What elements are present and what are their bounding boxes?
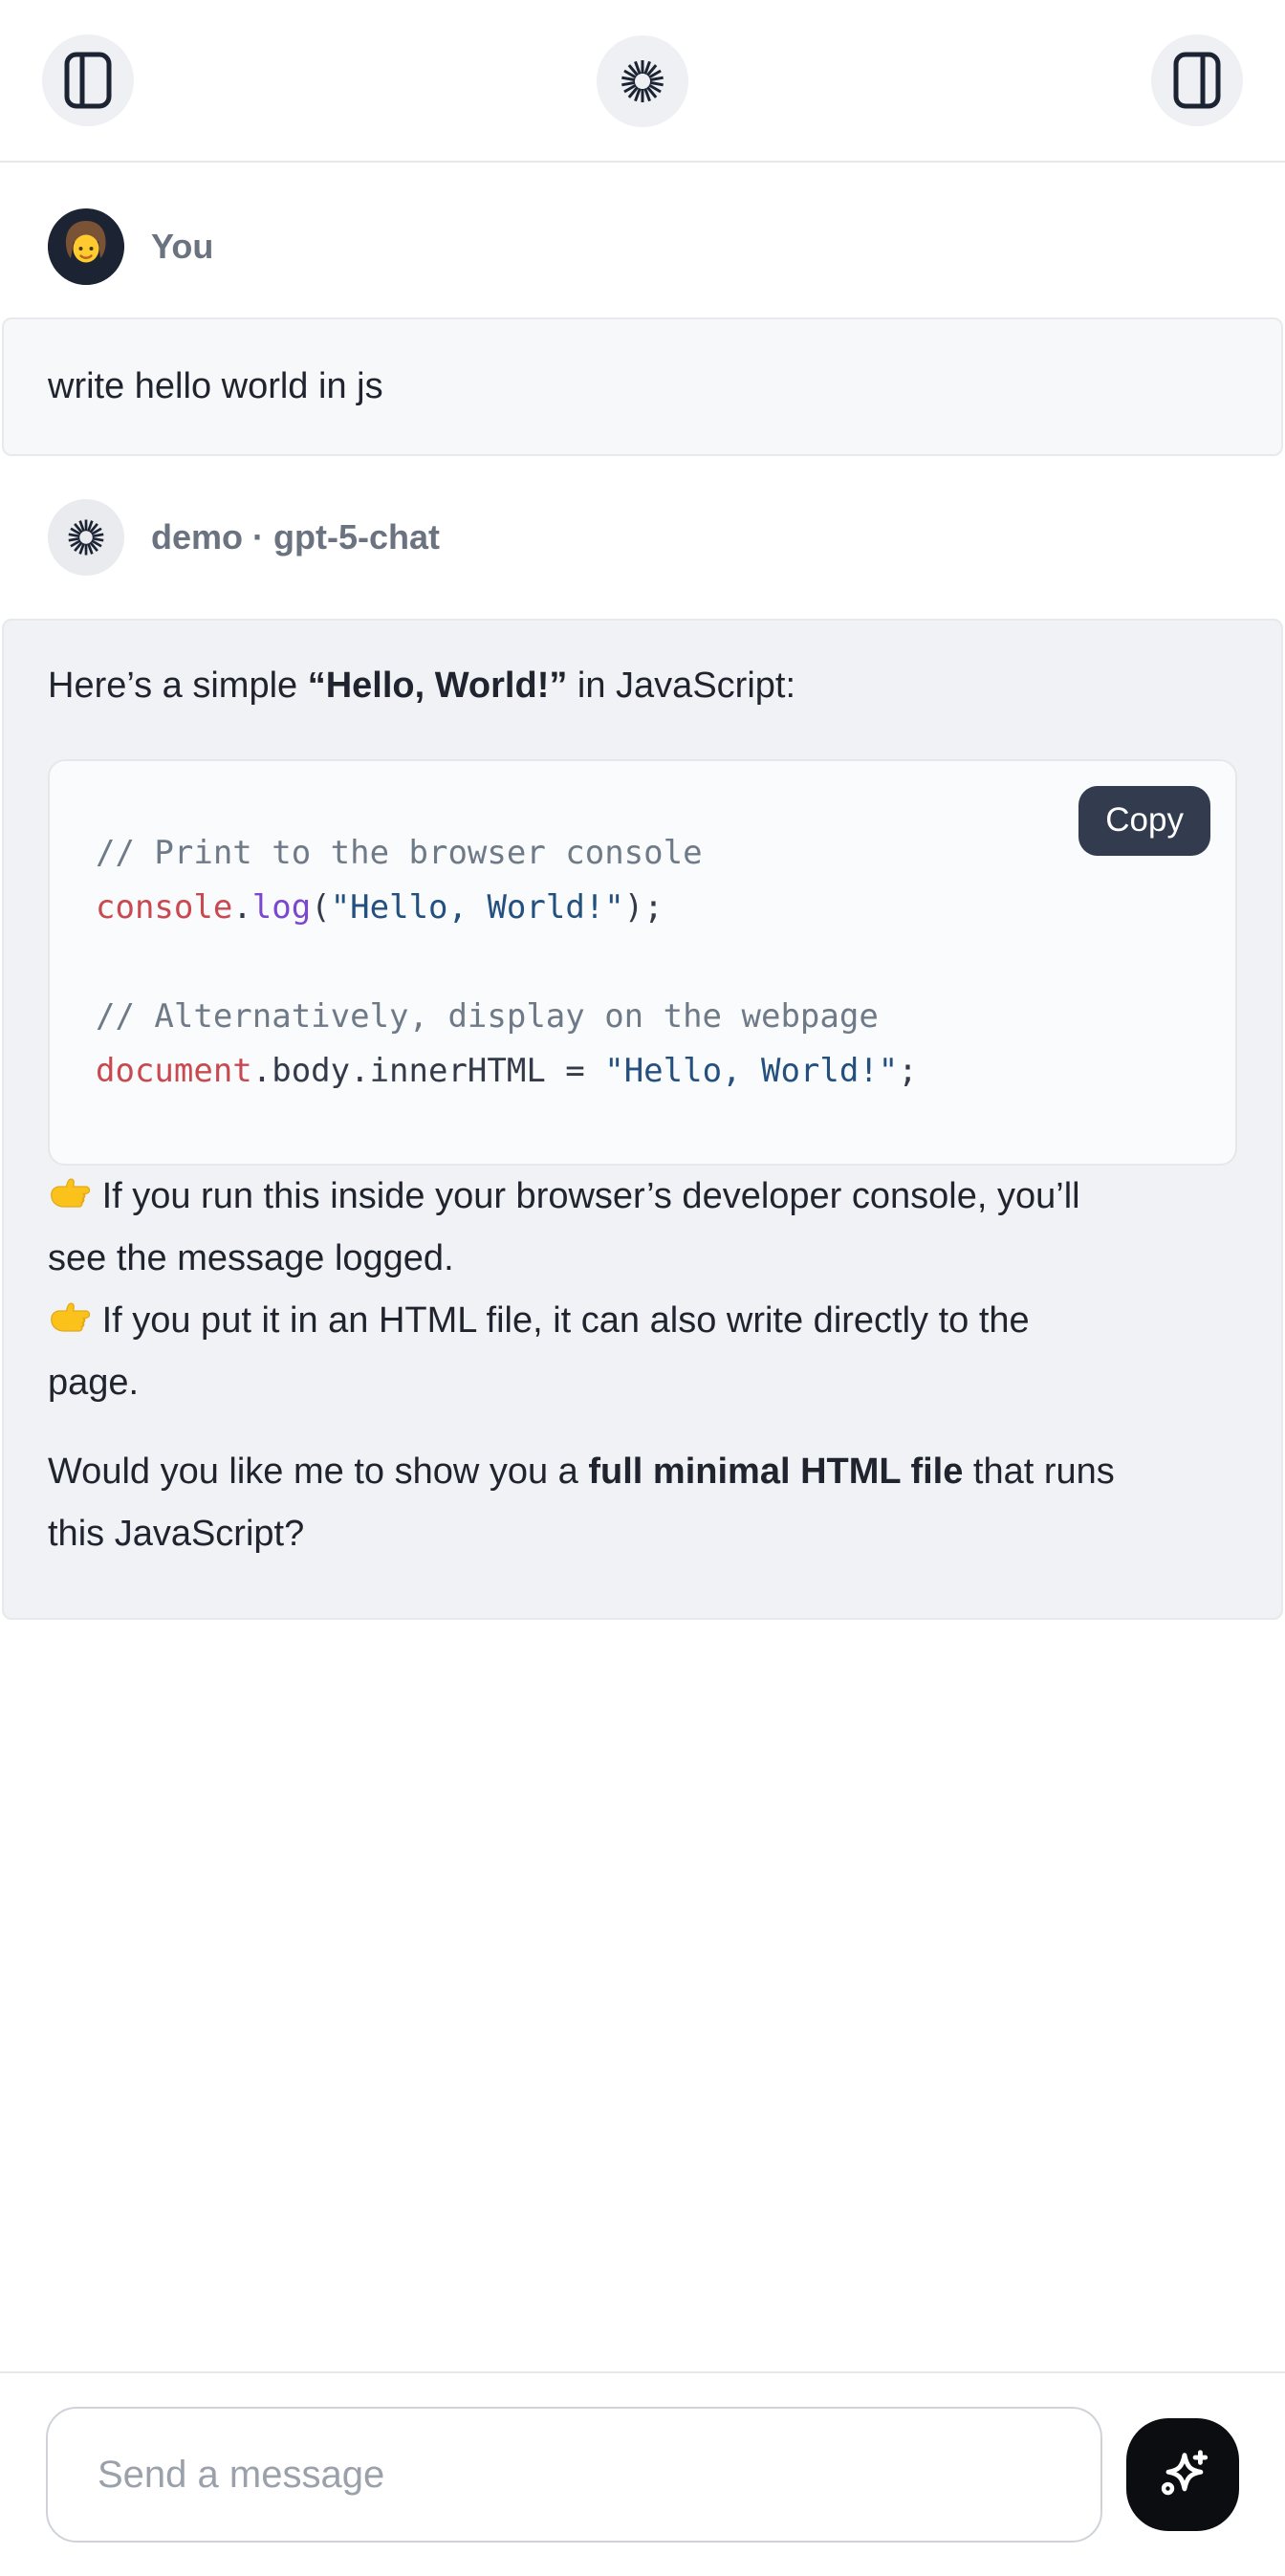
code-block: Copy // Print to the browser consolecons… bbox=[48, 759, 1237, 1166]
copy-button[interactable]: Copy bbox=[1078, 786, 1210, 856]
assistant-avatar bbox=[48, 499, 124, 576]
sparkle-icon bbox=[1153, 2445, 1212, 2504]
pointing-right-icon bbox=[48, 1173, 92, 1213]
composer-bar bbox=[0, 2371, 1285, 2576]
model-logo-button[interactable] bbox=[597, 35, 688, 127]
right-panel-icon bbox=[1172, 51, 1222, 110]
chat-scroll-area[interactable]: You write hello world in js bbox=[0, 163, 1285, 2371]
user-sender-label: You bbox=[151, 227, 213, 267]
assistant-note-1: If you run this inside your browser’s de… bbox=[48, 1166, 1237, 1414]
assistant-message: demo · gpt-5-chat Here’s a simple “Hello… bbox=[0, 499, 1285, 1620]
pointing-right-icon bbox=[48, 1298, 92, 1338]
assistant-intro-text: Here’s a simple “Hello, World!” in JavaS… bbox=[48, 655, 1237, 717]
right-panel-toggle-button[interactable] bbox=[1151, 34, 1243, 126]
assistant-note-2: Would you like me to show you a full min… bbox=[48, 1441, 1237, 1565]
user-message-text: write hello world in js bbox=[2, 317, 1283, 456]
starburst-avatar-icon bbox=[66, 517, 106, 557]
code-content: // Print to the browser consoleconsole.l… bbox=[50, 761, 1235, 1164]
sidebar-toggle-button[interactable] bbox=[42, 34, 134, 126]
top-bar bbox=[0, 0, 1285, 163]
user-message: You write hello world in js bbox=[0, 208, 1285, 456]
starburst-logo-icon bbox=[619, 57, 666, 105]
sidebar-panel-icon bbox=[63, 51, 113, 110]
message-input[interactable] bbox=[46, 2407, 1102, 2543]
assistant-message-body: Here’s a simple “Hello, World!” in JavaS… bbox=[2, 619, 1283, 1620]
assistant-sender-label: demo · gpt-5-chat bbox=[151, 517, 440, 557]
user-avatar bbox=[48, 208, 124, 285]
person-emoji-icon bbox=[48, 208, 124, 285]
send-button[interactable] bbox=[1126, 2418, 1239, 2531]
